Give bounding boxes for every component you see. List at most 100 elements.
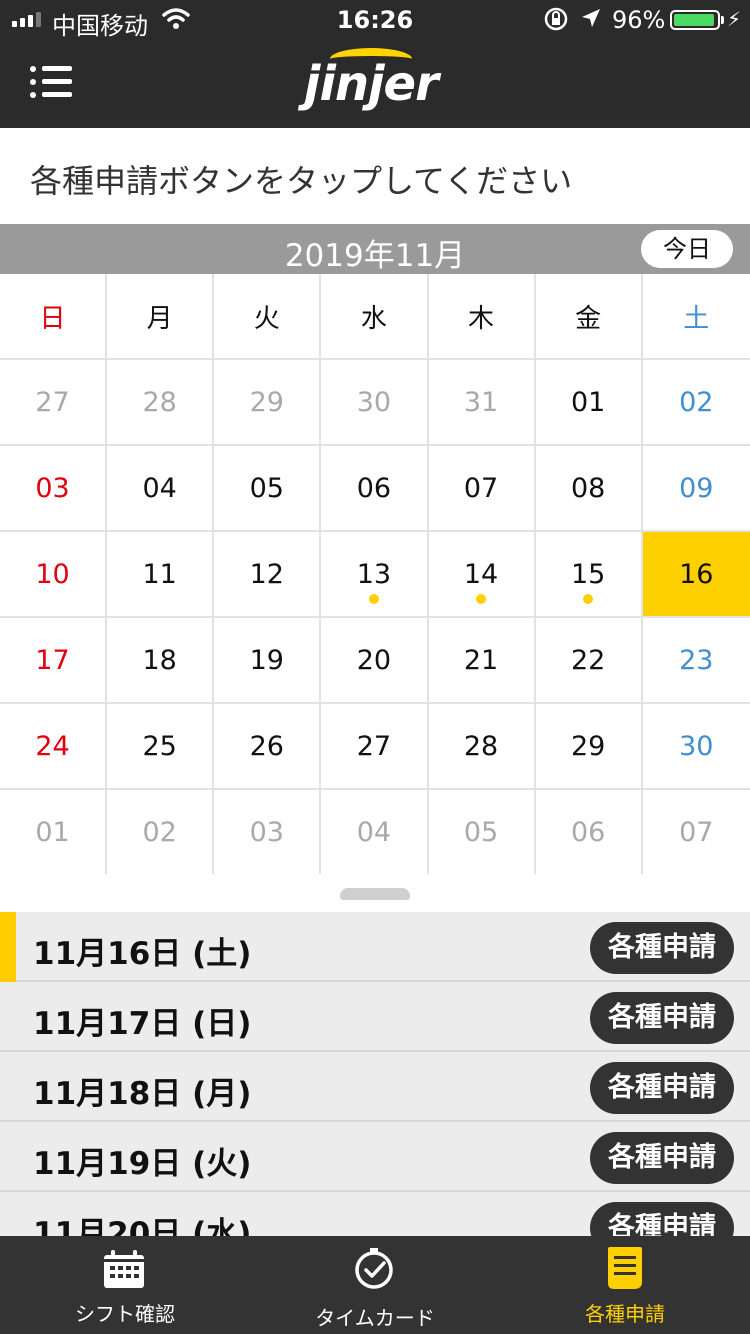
battery-percent: 96%	[612, 6, 666, 34]
calendar-day[interactable]: 06	[535, 790, 643, 876]
list-item-date: 11月20日 (水)	[33, 1216, 252, 1236]
request-button[interactable]: 各種申請	[590, 992, 734, 1044]
tab-label: シフト確認	[75, 1302, 175, 1326]
calendar-day[interactable]: 30	[321, 360, 429, 446]
calendar-day[interactable]: 12	[214, 532, 322, 618]
week-row: 17 18 19 20 21 22 23	[0, 618, 750, 704]
calendar-day[interactable]: 30	[642, 704, 750, 790]
calendar-day[interactable]: 03	[0, 446, 108, 532]
list-item-date: 11月18日 (月)	[33, 1076, 252, 1112]
day-number: 15	[571, 558, 606, 590]
calendar-day-with-event[interactable]: 14	[428, 532, 536, 618]
event-dot	[368, 594, 379, 604]
request-button[interactable]: 各種申請	[590, 1132, 734, 1184]
calendar-icon	[102, 1250, 146, 1290]
request-button[interactable]: 各種申請	[590, 1202, 734, 1236]
calendar-day[interactable]: 06	[321, 446, 429, 532]
weekday-wed: 水	[321, 274, 429, 360]
location-arrow-icon	[580, 6, 602, 36]
calendar-day[interactable]: 05	[428, 790, 536, 876]
calendar-day[interactable]: 22	[535, 618, 643, 704]
calendar-day[interactable]: 11	[107, 532, 215, 618]
calendar-day[interactable]: 28	[107, 360, 215, 446]
calendar-day[interactable]: 08	[535, 446, 643, 532]
jinjer-logo: jinjer	[300, 42, 450, 122]
drag-handle[interactable]	[340, 888, 410, 900]
rotation-lock-icon	[544, 6, 568, 38]
event-dot	[476, 594, 487, 604]
calendar-day[interactable]: 29	[214, 360, 322, 446]
month-header: 2019年11月 今日	[0, 224, 750, 274]
battery-icon	[670, 10, 720, 30]
request-button[interactable]: 各種申請	[590, 1062, 734, 1114]
weekday-row: 日 月 火 水 木 金 土	[0, 274, 750, 360]
calendar-day[interactable]: 02	[107, 790, 215, 876]
calendar-day[interactable]: 24	[0, 704, 108, 790]
calendar-day[interactable]: 27	[321, 704, 429, 790]
week-row: 24 25 26 27 28 29 30	[0, 704, 750, 790]
calendar-day[interactable]: 03	[214, 790, 322, 876]
calendar-day[interactable]: 23	[642, 618, 750, 704]
list-item[interactable]: 11月20日 (水) 各種申請	[0, 1192, 750, 1236]
calendar-day[interactable]: 21	[428, 618, 536, 704]
calendar-day[interactable]: 17	[0, 618, 108, 704]
tab-timecard[interactable]: タイムカード	[250, 1236, 500, 1334]
calendar-day[interactable]: 29	[535, 704, 643, 790]
calendar-day[interactable]: 01	[0, 790, 108, 876]
menu-icon[interactable]	[30, 64, 74, 100]
calendar-day[interactable]: 05	[214, 446, 322, 532]
instruction-text: 各種申請ボタンをタップしてください	[0, 128, 750, 224]
calendar-day-selected[interactable]: 16	[642, 532, 750, 618]
event-dot	[583, 594, 594, 604]
tab-label: タイムカード	[315, 1306, 435, 1330]
list-item[interactable]: 11月18日 (月) 各種申請	[0, 1052, 750, 1122]
day-number: 14	[463, 558, 499, 590]
calendar-day[interactable]: 07	[642, 790, 750, 876]
bottom-tab-bar: シフト確認 タイムカード 各種申請	[0, 1236, 750, 1334]
calendar-day[interactable]: 02	[642, 360, 750, 446]
request-button[interactable]: 各種申請	[590, 922, 734, 974]
calendar-day[interactable]: 04	[107, 446, 215, 532]
clock-check-icon	[353, 1248, 397, 1292]
tab-label: 各種申請	[585, 1302, 665, 1326]
weekday-thu: 木	[428, 274, 536, 360]
list-item[interactable]: 11月16日 (土) 各種申請	[0, 912, 750, 982]
calendar-day[interactable]: 31	[428, 360, 536, 446]
calendar-day[interactable]: 09	[642, 446, 750, 532]
calendar-day[interactable]: 26	[214, 704, 322, 790]
logo-text: jinjer	[304, 56, 439, 112]
calendar-day[interactable]: 28	[428, 704, 536, 790]
calendar-day[interactable]: 20	[321, 618, 429, 704]
week-row: 01 02 03 04 05 06 07	[0, 790, 750, 876]
weekday-tue: 火	[214, 274, 322, 360]
battery-cap	[721, 16, 724, 24]
tab-shift[interactable]: シフト確認	[0, 1236, 250, 1334]
calendar-day[interactable]: 27	[0, 360, 108, 446]
list-item[interactable]: 11月19日 (火) 各種申請	[0, 1122, 750, 1192]
weekday-sun: 日	[0, 274, 108, 360]
today-button[interactable]: 今日	[641, 230, 733, 268]
document-icon	[606, 1246, 644, 1290]
list-item[interactable]: 11月17日 (日) 各種申請	[0, 982, 750, 1052]
week-row: 10 11 12 13 14 15 16	[0, 532, 750, 618]
day-number: 13	[356, 558, 392, 590]
week-row: 03 04 05 06 07 08 09	[0, 446, 750, 532]
app-header: jinjer	[0, 40, 750, 128]
weekday-sat: 土	[642, 274, 750, 360]
list-item-date: 11月17日 (日)	[33, 1006, 252, 1042]
calendar-day[interactable]: 07	[428, 446, 536, 532]
week-row: 27 28 29 30 31 01 02	[0, 360, 750, 446]
drawer-handle-area	[0, 874, 750, 912]
calendar-day[interactable]: 25	[107, 704, 215, 790]
weekday-fri: 金	[535, 274, 643, 360]
tab-requests[interactable]: 各種申請	[500, 1236, 750, 1334]
calendar-day[interactable]: 04	[321, 790, 429, 876]
calendar-day[interactable]: 10	[0, 532, 108, 618]
list-item-date: 11月16日 (土)	[33, 936, 252, 972]
calendar-day[interactable]: 19	[214, 618, 322, 704]
calendar-day[interactable]: 01	[535, 360, 643, 446]
calendar-day-with-event[interactable]: 13	[321, 532, 429, 618]
calendar-day[interactable]: 18	[107, 618, 215, 704]
day-list: 11月16日 (土) 各種申請 11月17日 (日) 各種申請 11月18日 (…	[0, 912, 750, 1236]
calendar-day-with-event[interactable]: 15	[535, 532, 643, 618]
